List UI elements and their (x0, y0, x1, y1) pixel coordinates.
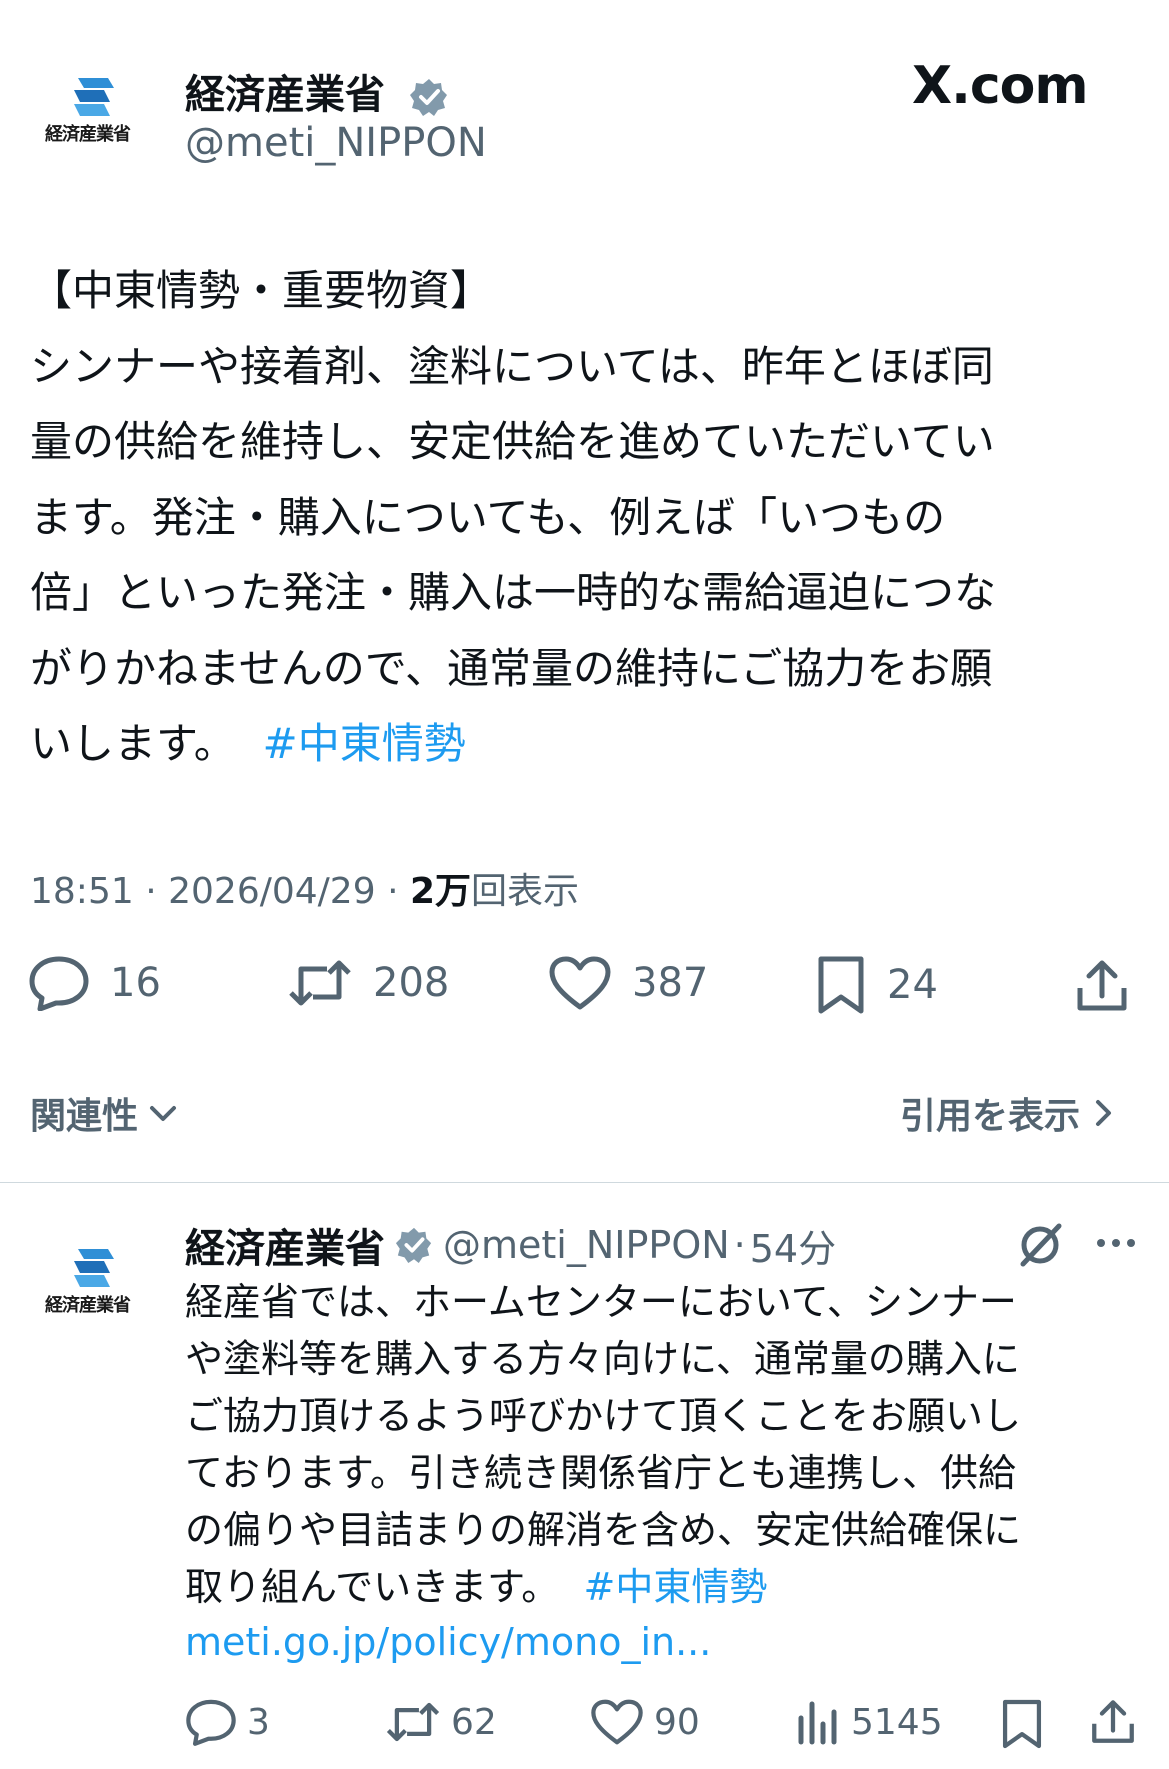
section-divider (0, 1182, 1169, 1183)
reply-icon (186, 1699, 236, 1746)
relevance-sort[interactable]: 関連性 (30, 1087, 180, 1139)
meti-logo-icon (74, 1249, 114, 1287)
verified-badge-icon (409, 79, 447, 116)
reply-last-text: 取り組んでいきます。 (185, 1565, 560, 1609)
view-quotes-label: 引用を表示 (900, 1096, 1081, 1137)
more-icon (1097, 1239, 1135, 1247)
reply-line: や塗料等を購入する方々向けに、通常量の購入に (185, 1337, 1020, 1381)
post-line: いします。 #中東情勢 (30, 706, 1160, 782)
reply-reply-button[interactable]: 3 (185, 1698, 270, 1746)
reply-line: の偏りや目詰まりの解消を含め、安定供給確保に (185, 1508, 1022, 1552)
reply-line: ております。引き続き関係省庁とも連携し、供給 (185, 1451, 1017, 1495)
post-line: 【中東情勢・重要物資】 (30, 266, 493, 315)
post-line: がりかねませんので、通常量の維持にご協力をお願 (30, 643, 993, 693)
reply-views-count: 5145 (851, 1701, 943, 1743)
reply-hashtag-link[interactable]: #中東情勢 (583, 1565, 767, 1609)
post-time[interactable]: 18:51 (30, 871, 134, 912)
post-line: 量の供給を維持し、安定供給を進めていただいてい (30, 417, 995, 466)
meta-separator: · (733, 1223, 746, 1267)
account-name[interactable]: 経済産業省 (185, 62, 449, 120)
share-icon (1077, 960, 1127, 1011)
reply-account-name[interactable]: 経済産業省 (185, 1216, 385, 1274)
post-line: 倍」といった発注・購入は一時的な需給逼迫につな (30, 568, 997, 617)
reply-body: 経産省では、ホームセンターにおいて、シンナー や塗料等を購入する方々向けに、通常… (185, 1274, 1160, 1664)
share-button[interactable] (1075, 958, 1129, 1014)
reply-line: ご協力頂けるよう呼びかけて頂くことをお願いし (185, 1394, 1022, 1438)
reply-bookmark-button[interactable] (1000, 1698, 1044, 1750)
org-avatar[interactable]: 経済産業省 (45, 72, 157, 152)
view-quotes-link[interactable]: 引用を表示 (900, 1087, 1118, 1139)
reply-views-button[interactable]: 5145 (795, 1698, 943, 1746)
chevron-down-icon (150, 1106, 177, 1121)
logo-text: 経済産業省 (45, 1295, 131, 1316)
more-options-button[interactable] (1095, 1236, 1137, 1250)
reply-avatar[interactable]: 経済産業省 (45, 1243, 157, 1323)
grok-button[interactable] (1015, 1220, 1065, 1270)
meta-separator: · (387, 871, 399, 912)
reply-handle[interactable]: @meti_NIPPON (443, 1223, 730, 1267)
verified-badge-icon (395, 1227, 432, 1264)
meti-logo-icon (74, 78, 114, 116)
reply-line: 取り組んでいきます。 #中東情勢 (185, 1559, 1160, 1616)
account-handle[interactable]: @meti_NIPPON (185, 120, 487, 166)
heart-icon (549, 956, 611, 1010)
reply-button[interactable]: 16 (28, 955, 161, 1011)
grok-icon (1020, 1223, 1062, 1267)
site-logo: X.com (912, 56, 1089, 116)
reply-count: 16 (110, 960, 161, 1006)
reply-age[interactable]: 54分 (750, 1218, 836, 1273)
reply-repost-button[interactable]: 62 (385, 1698, 497, 1746)
bookmark-icon (1002, 1699, 1042, 1749)
views-label: 回表示 (471, 871, 580, 912)
post-line: ます。発注・購入についても、例えば「いつもの (30, 492, 946, 542)
post-last-text: いします。 (30, 719, 236, 768)
heart-icon (591, 1699, 643, 1745)
reply-icon (29, 956, 89, 1011)
post-date[interactable]: 2026/04/29 (168, 871, 376, 912)
reply-reply-count: 3 (247, 1701, 270, 1743)
hashtag-link[interactable]: #中東情勢 (263, 719, 466, 768)
repost-button[interactable]: 208 (287, 955, 449, 1011)
chevron-right-icon (1096, 1100, 1112, 1126)
bookmark-button[interactable]: 24 (815, 955, 938, 1015)
reply-url-link[interactable]: meti.go.jp/policy/mono_in... (185, 1620, 1160, 1664)
views-count: 2万 (409, 871, 472, 912)
reply-like-count: 90 (654, 1701, 700, 1743)
relevance-label: 関連性 (30, 1096, 139, 1137)
reply-repost-count: 62 (451, 1701, 497, 1743)
bookmark-icon (818, 956, 864, 1014)
reply-like-button[interactable]: 90 (590, 1698, 700, 1746)
post-line: シンナーや接着剤、塗料については、昨年とほぼ同 (30, 341, 994, 391)
post-meta: 18:51 · 2026/04/29 · 2万回表示 (30, 862, 579, 914)
share-icon (1092, 1700, 1134, 1743)
bookmark-count: 24 (887, 962, 938, 1008)
meta-separator: · (145, 871, 157, 912)
views-chart-icon (798, 1701, 837, 1745)
reply-share-button[interactable] (1090, 1698, 1136, 1746)
repost-icon (289, 960, 351, 1006)
logo-text: 経済産業省 (45, 124, 131, 145)
reply-line: 経産省では、ホームセンターにおいて、シンナー (185, 1280, 1017, 1324)
like-button[interactable]: 387 (548, 955, 708, 1011)
repost-icon (386, 1702, 440, 1742)
account-name-text: 経済産業省 (185, 72, 385, 118)
repost-count: 208 (373, 960, 450, 1006)
like-count: 387 (632, 960, 709, 1006)
reply-header: 経済産業省 @meti_NIPPON · 54分 (185, 1216, 836, 1274)
post-body: 【中東情勢・重要物資】 シンナーや接着剤、塗料については、昨年とほぼ同 量の供給… (30, 253, 1160, 782)
